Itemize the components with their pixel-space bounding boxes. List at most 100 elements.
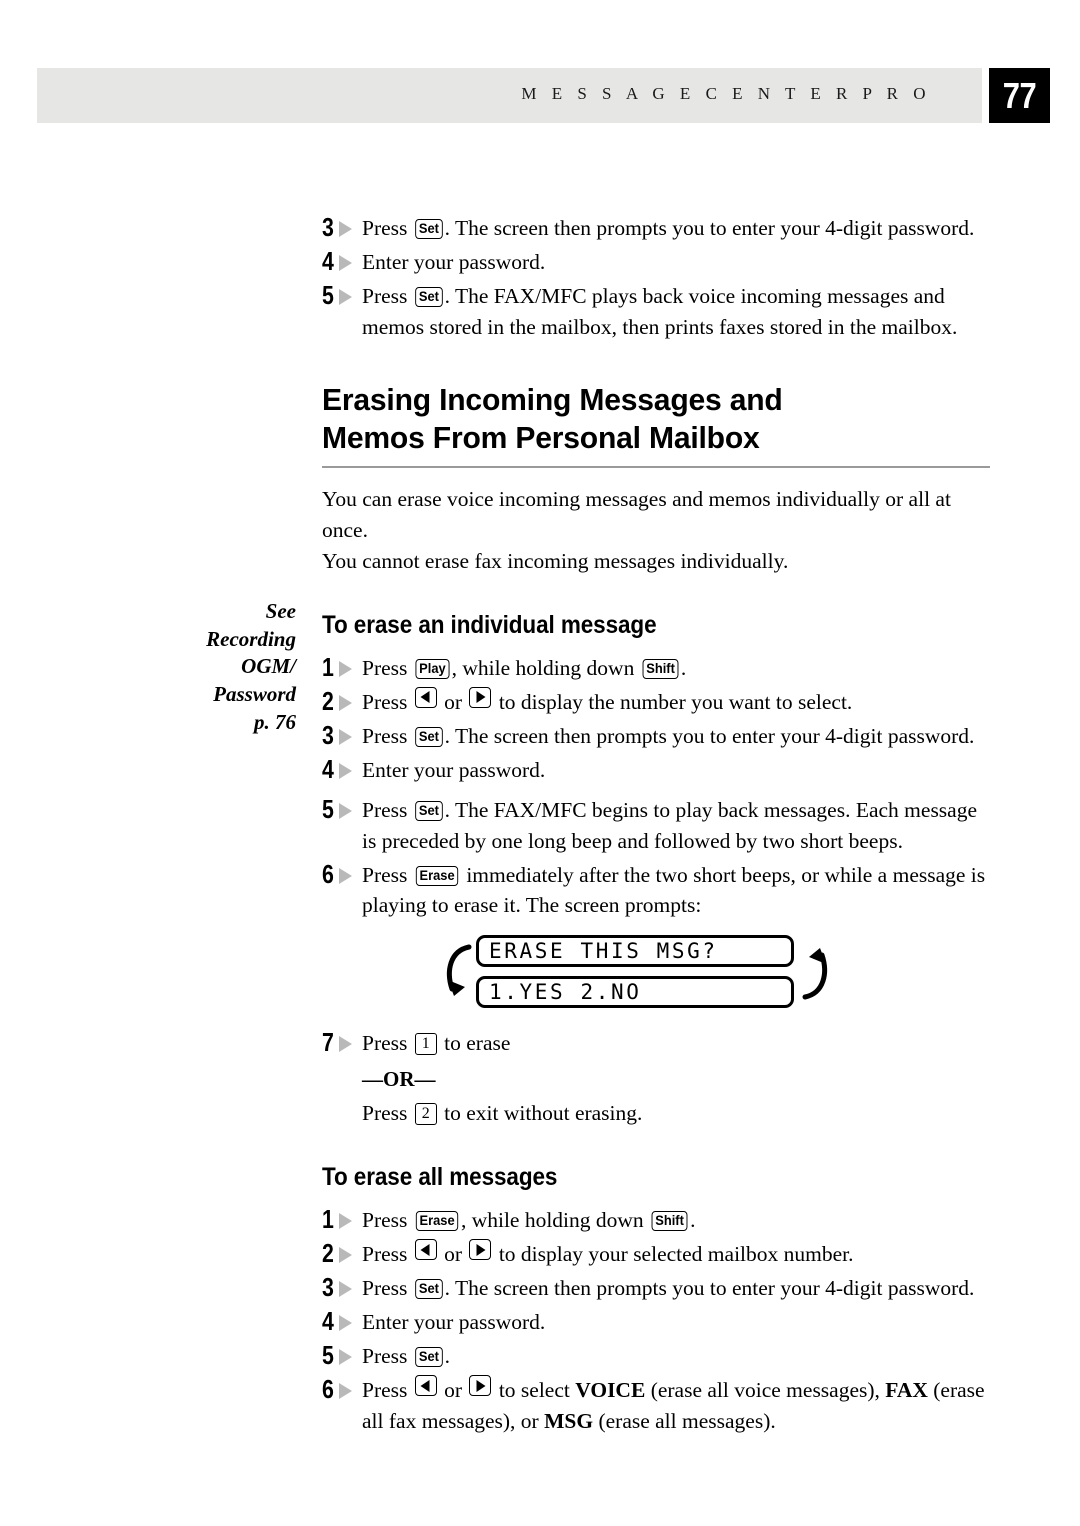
step-item: 4 Enter your password. bbox=[322, 754, 990, 786]
step-number: 1 bbox=[322, 651, 334, 682]
step-arrow-icon bbox=[339, 802, 352, 819]
step-arrow-icon bbox=[339, 221, 352, 237]
step-arrow-icon bbox=[339, 288, 352, 305]
step-arrow-icon bbox=[339, 1383, 352, 1400]
step-text-fragment: Enter your password. bbox=[362, 1310, 546, 1335]
step-text-fragment: , while holding down bbox=[451, 655, 640, 680]
page-title-line-2: Memos From Personal Mailbox bbox=[322, 419, 760, 455]
step-arrow-icon bbox=[339, 867, 352, 884]
step-number: 3 bbox=[322, 1272, 334, 1303]
step-item: 1 Press Play, while holding down Shift. bbox=[322, 652, 990, 684]
step-item: 6 Press or to select VOICE (erase all vo… bbox=[322, 1374, 990, 1437]
step-number: 6 bbox=[322, 858, 334, 889]
option-fax: FAX bbox=[885, 1378, 928, 1403]
section-heading-block: Erasing Incoming Messages and Memos From… bbox=[322, 381, 990, 468]
step-text: Press Set. The FAX/MFC begins to play ba… bbox=[362, 794, 990, 857]
step-arrow-icon bbox=[339, 1247, 352, 1264]
step-marker: 5 bbox=[322, 794, 362, 824]
step-marker: 5 bbox=[322, 280, 362, 310]
step-text-post: . The FAX/MFC plays back voice incoming … bbox=[362, 283, 958, 339]
step-item: 5 Press Set. The FAX/MFC plays back voic… bbox=[322, 280, 990, 343]
play-key[interactable]: Play bbox=[415, 658, 450, 679]
set-key[interactable]: Set bbox=[414, 1279, 443, 1300]
step-text: Press 1 to erase bbox=[362, 1027, 990, 1059]
step-number: 3 bbox=[322, 719, 334, 750]
step-text-fragment: Press bbox=[362, 1378, 413, 1403]
or-divider: —OR— bbox=[362, 1067, 436, 1092]
step-arrow-icon bbox=[339, 1036, 352, 1053]
left-triangle-icon bbox=[420, 691, 430, 704]
margin-note-line-4: Password bbox=[213, 682, 296, 707]
step-item: 1 Press Erase, while holding down Shift. bbox=[322, 1204, 990, 1236]
step-marker: 4 bbox=[322, 1306, 362, 1336]
numeric-key-2[interactable]: 2 bbox=[414, 1103, 437, 1126]
left-arrow-key[interactable] bbox=[414, 686, 437, 708]
step-text: Press Erase immediately after the two sh… bbox=[362, 859, 990, 922]
lcd-line-1-text: ERASE THIS MSG? bbox=[489, 939, 718, 964]
margin-note-line-1: See bbox=[265, 599, 296, 623]
shift-key[interactable]: Shift bbox=[651, 1211, 688, 1232]
right-arrow-key[interactable] bbox=[469, 686, 492, 708]
step-text: Press or to display your selected mailbo… bbox=[362, 1238, 990, 1270]
erase-key[interactable]: Erase bbox=[415, 865, 459, 886]
step-arrow-icon bbox=[339, 728, 352, 745]
step-text: Press or to select VOICE (erase all voic… bbox=[362, 1374, 990, 1437]
step-text-pre: Press bbox=[362, 216, 413, 240]
numeric-key-1[interactable]: 1 bbox=[414, 1033, 437, 1056]
right-triangle-icon bbox=[476, 1243, 486, 1256]
step-item: 2 Press or to display the number you wan… bbox=[322, 686, 990, 718]
step-marker: 5 bbox=[322, 1340, 362, 1370]
step-text-fragment: Press bbox=[362, 689, 413, 714]
right-triangle-icon bbox=[476, 691, 486, 704]
step-arrow-icon bbox=[339, 762, 352, 779]
intro-paragraph: You can erase voice incoming messages an… bbox=[322, 484, 990, 577]
intro-line-1: You can erase voice incoming messages an… bbox=[322, 486, 951, 542]
step-text: Enter your password. bbox=[362, 754, 990, 786]
step-text-fragment: or bbox=[438, 689, 468, 714]
step-number: 2 bbox=[322, 1238, 334, 1269]
lcd-line-2-text: 1.YES 2.NO bbox=[489, 980, 642, 1005]
right-arrow-key[interactable] bbox=[469, 1239, 492, 1261]
step-text-fragment: , while holding down bbox=[460, 1208, 650, 1233]
step-text: Press Set. bbox=[362, 1340, 990, 1372]
erase-key[interactable]: Erase bbox=[415, 1211, 459, 1232]
margin-note-line-3: OGM/ bbox=[241, 654, 296, 679]
step-marker: 7 bbox=[322, 1027, 362, 1057]
step-text: Press or to display the number you want … bbox=[362, 686, 990, 718]
step-marker: 6 bbox=[322, 859, 362, 889]
alt-text-fragment: to exit without erasing. bbox=[438, 1101, 643, 1126]
step-marker: 4 bbox=[322, 754, 362, 784]
step-text: Press Erase, while holding down Shift. bbox=[362, 1204, 990, 1236]
intro-line-2: You cannot erase fax incoming messages i… bbox=[322, 548, 789, 573]
step-text-fragment: to display the number you want to select… bbox=[493, 689, 853, 714]
left-arrow-key[interactable] bbox=[414, 1375, 437, 1397]
step-text-pre: Press bbox=[362, 283, 413, 308]
subheading-erase-individual: To erase an individual message bbox=[322, 610, 657, 639]
set-key[interactable]: Set bbox=[414, 726, 443, 747]
lcd-line-1-box: ERASE THIS MSG? bbox=[476, 935, 794, 968]
set-key[interactable]: Set bbox=[414, 1347, 443, 1368]
step-text-fragment: Press bbox=[362, 862, 413, 887]
shift-key[interactable]: Shift bbox=[642, 658, 679, 679]
step-text-fragment: . bbox=[444, 1344, 450, 1369]
step-number: 4 bbox=[322, 245, 334, 276]
step-arrow-icon bbox=[339, 254, 352, 271]
right-arrow-key[interactable] bbox=[469, 1375, 492, 1397]
step-text-fragment: . The screen then prompts you to enter y… bbox=[444, 723, 975, 748]
set-key[interactable]: Set bbox=[414, 219, 443, 239]
page-title-line-1: Erasing Incoming Messages and bbox=[322, 381, 783, 417]
step-item: 2 Press or to display your selected mail… bbox=[322, 1238, 990, 1270]
step-arrow-icon bbox=[339, 1213, 352, 1230]
step-item: 3 Press Set. The screen then prompts you… bbox=[322, 212, 990, 244]
lcd-line-2-box: 1.YES 2.NO bbox=[476, 976, 794, 1009]
step-text-fragment: to erase bbox=[438, 1031, 511, 1056]
step-marker: 6 bbox=[322, 1374, 362, 1404]
step-text-fragment: Press bbox=[362, 1276, 413, 1301]
set-key[interactable]: Set bbox=[414, 800, 443, 821]
left-arrow-key[interactable] bbox=[414, 1239, 437, 1261]
step-arrow-icon bbox=[339, 694, 352, 711]
step-number: 5 bbox=[322, 279, 334, 310]
set-key[interactable]: Set bbox=[414, 286, 443, 307]
lcd-display-graphic: ERASE THIS MSG? 1.YES 2.NO bbox=[446, 935, 828, 1017]
step-number: 6 bbox=[322, 1374, 334, 1405]
